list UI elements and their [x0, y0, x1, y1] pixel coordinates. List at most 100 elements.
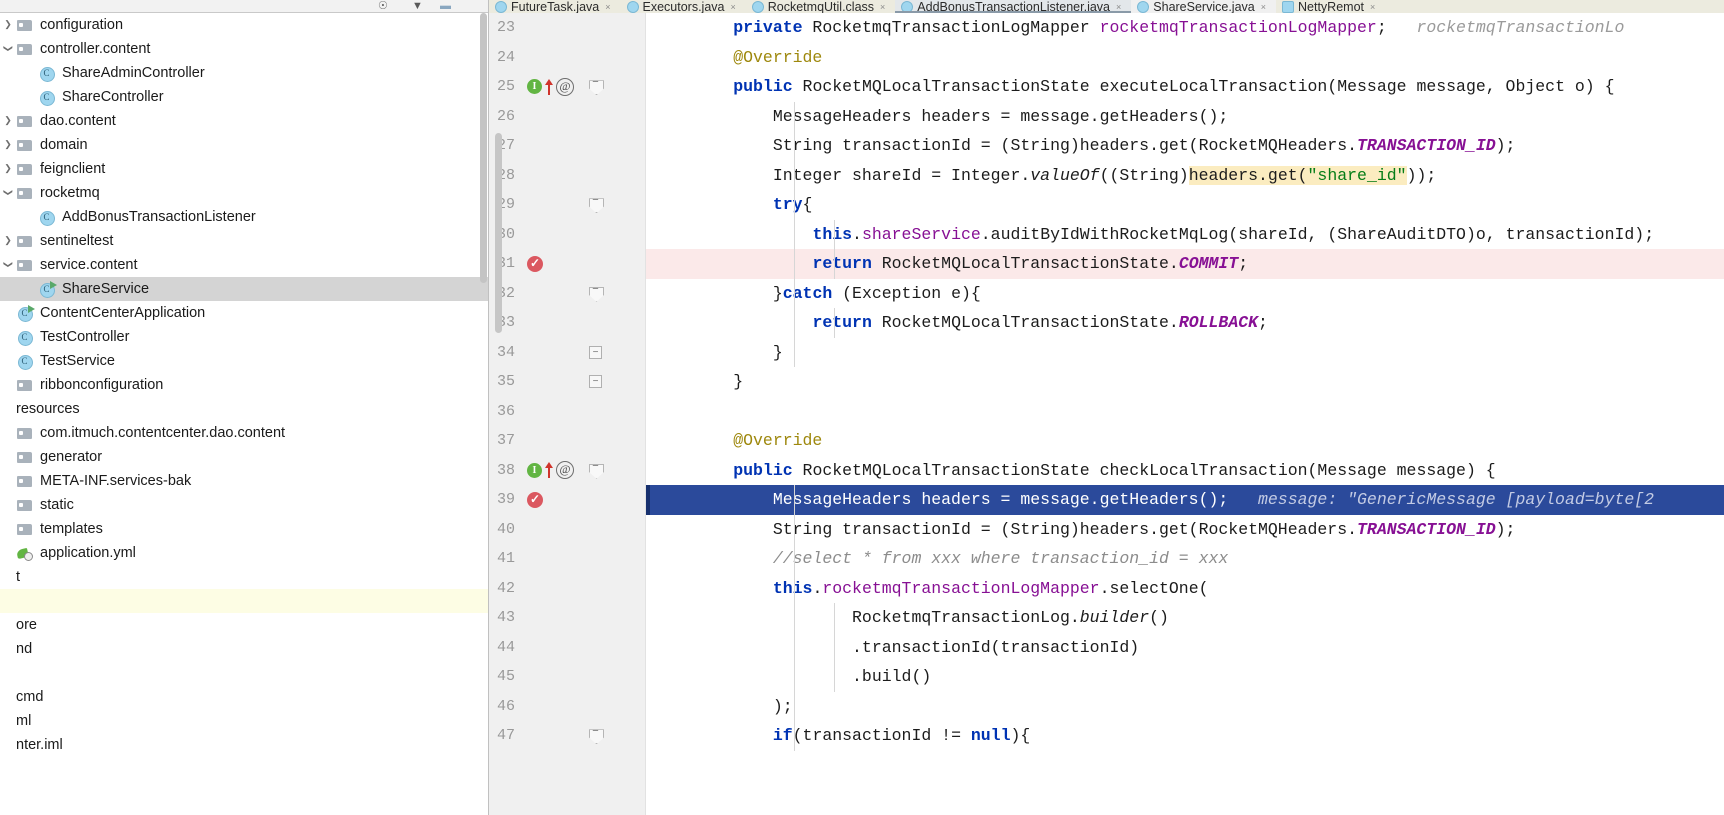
chevron-right-icon[interactable]	[0, 164, 16, 174]
code-line[interactable]: } catch (Exception e){	[646, 278, 1724, 308]
sidebar-vertical-scrollbar[interactable]	[480, 13, 487, 283]
tree-item-contentcenterapplication[interactable]: ContentCenterApplication	[0, 301, 489, 325]
tree-item-testcontroller[interactable]: TestController	[0, 325, 489, 349]
code-line[interactable]: );	[646, 691, 1724, 721]
editor-gutter-scrollbar[interactable]	[495, 133, 502, 333]
fold-toggle-icon[interactable]	[589, 77, 602, 93]
implements-icon[interactable]: I	[527, 79, 542, 95]
close-icon[interactable]: ×	[605, 2, 610, 12]
tree-item-shareservice[interactable]: ShareService	[0, 277, 489, 301]
collapse-all-icon[interactable]: ☉	[378, 0, 388, 13]
tree-item-templates[interactable]: templates	[0, 517, 489, 541]
gutter-line[interactable]: 41	[489, 544, 645, 574]
breakpoint-icon[interactable]	[527, 255, 543, 272]
code-line[interactable]: if (transactionId != null){	[646, 721, 1724, 751]
code-line[interactable]: try{	[646, 190, 1724, 220]
gutter-line[interactable]: 23	[489, 13, 645, 43]
hide-icon[interactable]: ▬	[440, 0, 451, 13]
code-line[interactable]: //select * from xxx where transaction_id…	[646, 544, 1724, 574]
gutter-line[interactable]: 46	[489, 692, 645, 722]
fold-toggle-icon[interactable]: −	[589, 345, 602, 359]
fold-toggle-icon[interactable]: −	[589, 375, 602, 389]
code-line[interactable]: @Override	[646, 426, 1724, 456]
close-icon[interactable]: ×	[1261, 2, 1266, 12]
tree-item-shareadmincontroller[interactable]: ShareAdminController	[0, 61, 489, 85]
code-line[interactable]: MessageHeaders headers = message.getHead…	[646, 101, 1724, 131]
code-line[interactable]: String transactionId = (String)headers.g…	[646, 514, 1724, 544]
gutter-line[interactable]: 33	[489, 308, 645, 338]
editor-gutter[interactable]: 23 24 25 I @26 27 28 29 30 31 32 33 34 − 35 − 36 37 38 I @39…	[489, 13, 646, 815]
editor-tab-bar[interactable]: FutureTask.java × Executors.java × RocketmqU…	[489, 0, 1724, 13]
fold-toggle-icon[interactable]	[589, 195, 602, 211]
tree-item-ml[interactable]: ml	[0, 709, 489, 733]
code-line-current-execution[interactable]: MessageHeaders headers = message.getHead…	[646, 485, 1724, 515]
tree-item-cmd[interactable]: cmd	[0, 685, 489, 709]
code-line[interactable]: .transactionId(transactionId)	[646, 632, 1724, 662]
tree-item-resources[interactable]: resources	[0, 397, 489, 421]
breakpoint-icon[interactable]	[527, 491, 543, 508]
chevron-down-icon[interactable]	[0, 44, 16, 54]
gutter-line[interactable]: 35 −	[489, 367, 645, 397]
tree-item-nd[interactable]: nd	[0, 637, 489, 661]
close-icon[interactable]: ×	[730, 2, 735, 12]
code-line[interactable]: return RocketMQLocalTransactionState. COM…	[646, 249, 1724, 279]
close-icon[interactable]: ×	[880, 2, 885, 12]
gutter-line[interactable]: 36	[489, 397, 645, 427]
tree-item-com-itmuch-contentcenter-dao-content[interactable]: com.itmuch.contentcenter.dao.content	[0, 421, 489, 445]
chevron-right-icon[interactable]	[0, 236, 16, 246]
gutter-line[interactable]: 32	[489, 279, 645, 309]
tree-item-ore[interactable]: ore	[0, 613, 489, 637]
gutter-line[interactable]: 34 −	[489, 338, 645, 368]
editor-tab-rocketmqutil-class[interactable]: RocketmqUtil.class ×	[745, 0, 896, 13]
fold-toggle-icon[interactable]	[589, 284, 602, 300]
gutter-line[interactable]: 31	[489, 249, 645, 279]
tree-item-application-yml[interactable]: application.yml	[0, 541, 489, 565]
code-line[interactable]: RocketmqTransactionLog. builder()	[646, 603, 1724, 633]
editor-tab-shareservice-java[interactable]: ShareService.java ×	[1131, 0, 1276, 13]
gutter-line[interactable]: 28	[489, 161, 645, 191]
code-line[interactable]: @Override	[646, 43, 1724, 73]
chevron-right-icon[interactable]	[0, 140, 16, 150]
tree-item-static[interactable]: static	[0, 493, 489, 517]
gutter-line[interactable]: 24	[489, 43, 645, 73]
editor-tab-nettyremot[interactable]: NettyRemot ×	[1276, 0, 1386, 13]
tree-item-testservice[interactable]: TestService	[0, 349, 489, 373]
tree-item-configuration[interactable]: configuration	[0, 13, 489, 37]
close-icon[interactable]: ×	[1116, 2, 1121, 12]
tree-item-sharecontroller[interactable]: ShareController	[0, 85, 489, 109]
gutter-line[interactable]: 45	[489, 662, 645, 692]
up-arrow-icon[interactable]	[544, 462, 554, 479]
tree-item-meta-inf-services-bak[interactable]: META-INF.services-bak	[0, 469, 489, 493]
code-line[interactable]	[646, 397, 1724, 427]
gutter-line[interactable]: 40	[489, 515, 645, 545]
settings-icon[interactable]: ▼	[412, 0, 423, 13]
code-line[interactable]: return RocketMQLocalTransactionState. ROL…	[646, 308, 1724, 338]
editor-tab-futuretask-java[interactable]: FutureTask.java ×	[489, 0, 621, 13]
tree-item-blank[interactable]	[0, 589, 489, 613]
up-arrow-icon[interactable]	[544, 78, 554, 95]
tree-item-t[interactable]: t	[0, 565, 489, 589]
gutter-line[interactable]: 42	[489, 574, 645, 604]
tree-item-controller-content[interactable]: controller.content	[0, 37, 489, 61]
gutter-line[interactable]: 37	[489, 426, 645, 456]
implements-icon[interactable]: I	[527, 462, 542, 478]
gutter-line[interactable]: 39	[489, 485, 645, 515]
tree-item-blank[interactable]	[0, 661, 489, 685]
code-line[interactable]: String transactionId = (String)headers.g…	[646, 131, 1724, 161]
code-line[interactable]: .build()	[646, 662, 1724, 692]
gutter-line[interactable]: 43	[489, 603, 645, 633]
tree-item-feignclient[interactable]: feignclient	[0, 157, 489, 181]
code-line[interactable]: public RocketMQLocalTransactionState exe…	[646, 72, 1724, 102]
tree-item-service-content[interactable]: service.content	[0, 253, 489, 277]
tree-item-rocketmq[interactable]: rocketmq	[0, 181, 489, 205]
code-line[interactable]: Integer shareId = Integer. valueOf ((Strin…	[646, 160, 1724, 190]
code-line[interactable]: private RocketmqTransactionLogMapper roc…	[646, 13, 1724, 43]
gutter-line[interactable]: 47	[489, 721, 645, 751]
code-view[interactable]: private RocketmqTransactionLogMapper roc…	[646, 13, 1724, 815]
code-line[interactable]: this. rocketmqTransactionLogMapper .select…	[646, 573, 1724, 603]
chevron-down-icon[interactable]	[0, 188, 16, 198]
tree-item-addbonustransactionlistener[interactable]: AddBonusTransactionListener	[0, 205, 489, 229]
tree-item-domain[interactable]: domain	[0, 133, 489, 157]
gutter-line[interactable]: 26	[489, 102, 645, 132]
code-line[interactable]: public RocketMQLocalTransactionState che…	[646, 456, 1724, 486]
